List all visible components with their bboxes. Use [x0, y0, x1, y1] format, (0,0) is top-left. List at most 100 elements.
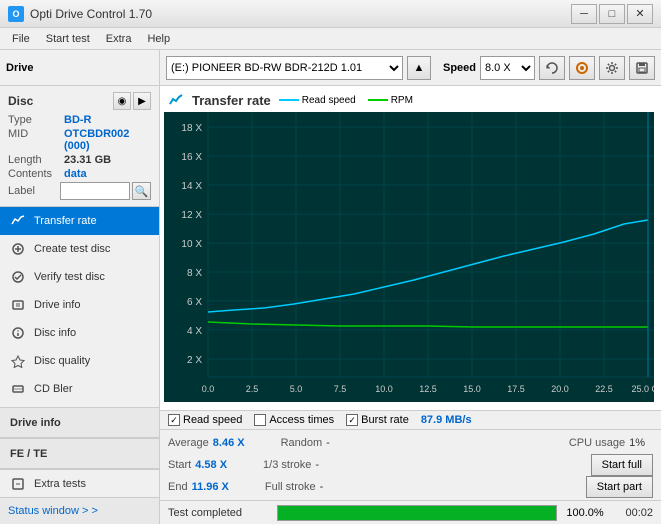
disc-title: Disc — [8, 94, 33, 108]
nav-drive-info-label: Drive info — [34, 299, 80, 311]
progress-time: 00:02 — [613, 507, 653, 519]
svg-text:12 X: 12 X — [181, 210, 202, 221]
disc-icon-2[interactable]: ▶ — [133, 92, 151, 110]
disc-info-icon — [10, 325, 26, 341]
nav-disc-quality-label: Disc quality — [34, 355, 90, 367]
burst-rate-checkbox-label: Burst rate — [361, 414, 409, 426]
stroke-1-3-value: - — [315, 459, 319, 471]
progress-area: Test completed 100.0% 00:02 — [160, 500, 661, 524]
burn-button[interactable] — [569, 56, 595, 80]
nav-verify-test-label: Verify test disc — [34, 271, 105, 283]
nav-create-test-label: Create test disc — [34, 243, 110, 255]
progress-bar-inner — [278, 506, 556, 520]
minimize-button[interactable]: ─ — [571, 4, 597, 24]
svg-text:7.5: 7.5 — [334, 384, 347, 394]
stats-area: Average 8.46 X Random - CPU usage 1% Sta… — [160, 429, 661, 500]
disc-quality-icon — [10, 353, 26, 369]
access-times-checkbox[interactable] — [254, 414, 266, 426]
fe-te-header[interactable]: FE / TE — [0, 439, 159, 469]
length-label: Length — [8, 154, 64, 166]
svg-text:18 X: 18 X — [181, 123, 202, 134]
drive-info-header[interactable]: Drive info — [0, 408, 159, 438]
window-title: Opti Drive Control 1.70 — [30, 7, 152, 21]
status-window-header[interactable]: Status window > > — [0, 498, 159, 524]
end-label: End — [168, 481, 188, 493]
start-part-button[interactable]: Start part — [586, 476, 653, 498]
speed-select[interactable]: 8.0 X — [480, 56, 535, 80]
chart-legend: Read speed RPM — [279, 95, 413, 106]
svg-text:10 X: 10 X — [181, 239, 202, 250]
window-controls: ─ □ ✕ — [571, 4, 653, 24]
type-label: Type — [8, 114, 64, 126]
top-drive-bar: (E:) PIONEER BD-RW BDR-212D 1.01 ▲ Speed… — [160, 50, 661, 86]
disc-icon-1[interactable]: ◉ — [113, 92, 131, 110]
maximize-button[interactable]: □ — [599, 4, 625, 24]
average-label: Average — [168, 437, 209, 449]
drive-bar: Drive — [0, 50, 159, 86]
read-speed-checkbox-label: Read speed — [183, 414, 242, 426]
progress-bar-outer — [277, 505, 557, 521]
start-stat: Start 4.58 X — [168, 459, 227, 471]
mid-label: MID — [8, 128, 64, 152]
svg-text:12.5: 12.5 — [419, 384, 437, 394]
stats-row-3: End 11.96 X Full stroke - Start part — [168, 476, 653, 498]
drive-info-section: Drive info — [0, 407, 159, 438]
checkbox-bar: ✓ Read speed Access times ✓ Burst rate 8… — [160, 410, 661, 429]
stats-row-1: Average 8.46 X Random - CPU usage 1% — [168, 432, 653, 454]
cd-bler-icon — [10, 381, 26, 397]
speed-label: Speed — [443, 62, 476, 74]
burst-rate-value: 87.9 MB/s — [421, 414, 472, 426]
transfer-rate-chart: 18 X 16 X 14 X 12 X 10 X 8 X 6 X 4 X 2 X… — [164, 112, 654, 402]
stats-row-2: Start 4.58 X 1/3 stroke - Start full — [168, 454, 653, 476]
start-full-button[interactable]: Start full — [591, 454, 653, 476]
stroke-1-3-label: 1/3 stroke — [263, 459, 311, 471]
status-text: Test completed — [168, 507, 269, 519]
label-input[interactable] — [60, 182, 130, 200]
burst-rate-checkbox[interactable]: ✓ — [346, 414, 358, 426]
status-window-label: Status window > > — [8, 505, 98, 517]
nav-transfer-rate[interactable]: Transfer rate — [0, 207, 159, 235]
nav-drive-info[interactable]: Drive info — [0, 291, 159, 319]
nav-transfer-rate-label: Transfer rate — [34, 215, 97, 227]
nav-disc-info[interactable]: Disc info — [0, 319, 159, 347]
chart-title: Transfer rate — [192, 93, 271, 108]
random-stat: Random - — [281, 437, 330, 449]
svg-text:14 X: 14 X — [181, 181, 202, 192]
eject-button[interactable]: ▲ — [407, 56, 431, 80]
drive-select[interactable]: (E:) PIONEER BD-RW BDR-212D 1.01 — [166, 56, 403, 80]
svg-text:25.0 GB: 25.0 GB — [631, 384, 654, 394]
nav-cd-bler[interactable]: CD Bler — [0, 375, 159, 403]
left-panel: Drive Disc ◉ ▶ Type BD-R MID OTCBDR002 (… — [0, 50, 160, 524]
menu-file[interactable]: File — [4, 31, 38, 47]
nav-extra-tests[interactable]: Extra tests — [0, 469, 159, 497]
burst-rate-checkbox-item: ✓ Burst rate — [346, 414, 409, 426]
speed-refresh-button[interactable] — [539, 56, 565, 80]
read-speed-checkbox[interactable]: ✓ — [168, 414, 180, 426]
mid-value: OTCBDR002 (000) — [64, 128, 151, 152]
full-stroke-label: Full stroke — [265, 481, 316, 493]
contents-value: data — [64, 168, 87, 180]
fe-te-label: FE / TE — [10, 448, 47, 460]
extra-tests-label: Extra tests — [34, 478, 86, 490]
nav-disc-quality[interactable]: Disc quality — [0, 347, 159, 375]
save-button[interactable] — [629, 56, 655, 80]
random-value: - — [326, 437, 330, 449]
menu-bar: File Start test Extra Help — [0, 28, 661, 50]
settings-button[interactable] — [599, 56, 625, 80]
contents-label: Contents — [8, 168, 64, 180]
close-button[interactable]: ✕ — [627, 4, 653, 24]
nav-verify-test-disc[interactable]: Verify test disc — [0, 263, 159, 291]
svg-text:20.0: 20.0 — [551, 384, 569, 394]
end-stat: End 11.96 X — [168, 481, 229, 493]
svg-text:0.0: 0.0 — [202, 384, 215, 394]
label-search-button[interactable]: 🔍 — [132, 182, 151, 200]
nav-menu: Transfer rate Create test disc Verify te… — [0, 207, 159, 407]
start-label: Start — [168, 459, 191, 471]
average-stat: Average 8.46 X — [168, 437, 245, 449]
menu-help[interactable]: Help — [139, 31, 178, 47]
menu-extra[interactable]: Extra — [98, 31, 140, 47]
nav-disc-info-label: Disc info — [34, 327, 76, 339]
nav-create-test-disc[interactable]: Create test disc — [0, 235, 159, 263]
menu-start-test[interactable]: Start test — [38, 31, 98, 47]
right-panel: (E:) PIONEER BD-RW BDR-212D 1.01 ▲ Speed… — [160, 50, 661, 524]
